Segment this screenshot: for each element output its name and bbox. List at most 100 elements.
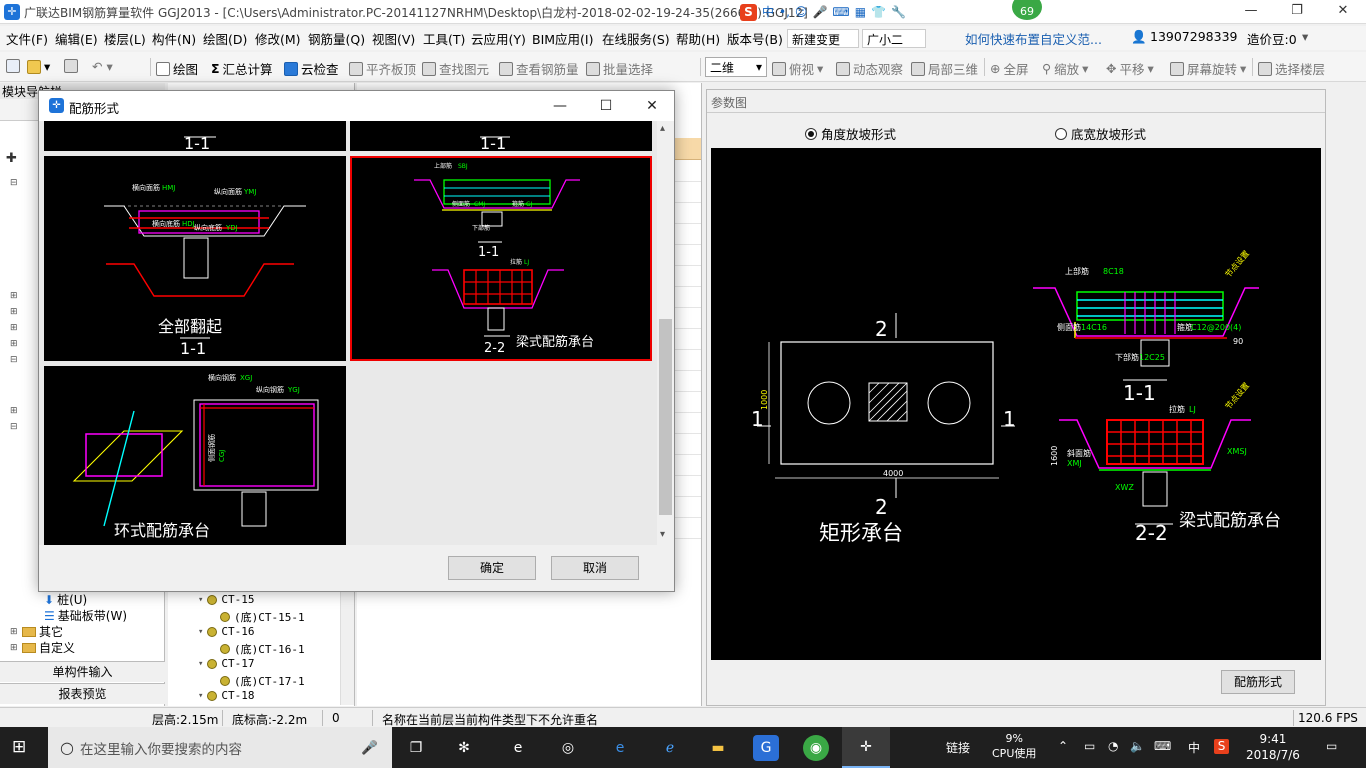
menu-online[interactable]: 在线服务(S): [602, 29, 670, 48]
list-item[interactable]: ▾ CT-17: [198, 657, 255, 670]
green-app-icon[interactable]: ◉: [803, 735, 829, 761]
rotate-button[interactable]: 屏幕旋转 ▾: [1170, 59, 1246, 78]
cloud-check-button[interactable]: 云检查: [284, 59, 339, 78]
edge-blue-icon[interactable]: e: [607, 735, 633, 761]
list-item[interactable]: (底)CT-16-1: [220, 641, 305, 657]
minimize-button[interactable]: —: [1228, 0, 1274, 24]
task-view-icon[interactable]: ❐: [403, 735, 429, 761]
fan-app-icon[interactable]: ✻: [451, 735, 477, 761]
menu-bim[interactable]: BIM应用(I): [532, 29, 594, 48]
ime-lang[interactable]: 中: [762, 4, 774, 21]
ie-icon[interactable]: ℯ: [657, 735, 683, 761]
menu-modify[interactable]: 修改(M): [255, 29, 301, 48]
batch-select-button[interactable]: 批量选择: [586, 59, 653, 78]
open-file-icon[interactable]: ▾: [27, 59, 50, 74]
close-button[interactable]: ✕: [1320, 0, 1366, 24]
wifi-icon[interactable]: ◔: [1108, 739, 1118, 753]
tree-item-other[interactable]: ⊞ 其它: [10, 623, 63, 640]
new-change-button[interactable]: 新建变更: [787, 29, 859, 48]
windows-start-icon[interactable]: ⊞: [12, 737, 32, 757]
flat-top-button[interactable]: 平齐板顶: [349, 59, 416, 78]
list-item[interactable]: ▾ CT-15: [198, 593, 255, 606]
tray-chevron-icon[interactable]: ⌃: [1058, 739, 1068, 753]
tree-item-strip[interactable]: ☰ 基础板带(W): [44, 607, 127, 624]
dynamic-view-button[interactable]: 动态观察: [836, 59, 903, 78]
dialog-minimize-button[interactable]: —: [537, 93, 583, 121]
user-phone[interactable]: 13907298339: [1150, 29, 1237, 44]
tree-item-custom[interactable]: ⊞ 自定义: [10, 639, 75, 656]
sogou-tray-icon[interactable]: S: [1214, 739, 1229, 754]
view-rebar-button[interactable]: 查看钢筋量: [499, 59, 579, 78]
punct-icon[interactable]: •,: [779, 4, 790, 21]
scroll-up-icon[interactable]: ▴: [660, 123, 665, 134]
list-item[interactable]: (底)CT-15-1: [220, 609, 305, 625]
pan-button[interactable]: ✥ 平移 ▾: [1106, 59, 1154, 78]
menu-draw[interactable]: 绘图(D): [203, 29, 247, 48]
keyboard-icon[interactable]: ⌨: [832, 4, 849, 21]
single-input-button[interactable]: 单构件输入: [0, 661, 165, 682]
menu-tools[interactable]: 工具(T): [423, 29, 465, 48]
shirt-icon[interactable]: 👕: [871, 4, 886, 21]
undo-icon[interactable]: ↶ ▾: [92, 59, 113, 74]
emoji-icon[interactable]: ☺: [795, 4, 808, 21]
menu-rebar-qty[interactable]: 钢筋量(Q): [308, 29, 365, 48]
clock[interactable]: 9:41 2018/7/6: [1246, 731, 1300, 763]
cancel-button[interactable]: 取消: [551, 556, 639, 580]
file-explorer-icon[interactable]: ▬: [705, 735, 731, 761]
app-icon-spiral[interactable]: ◎: [555, 735, 581, 761]
keyboard-tray-icon[interactable]: ⌨: [1154, 739, 1171, 753]
list-item[interactable]: ▾ CT-16: [198, 625, 255, 638]
menu-cloud[interactable]: 云应用(Y): [471, 29, 526, 48]
zoom-button[interactable]: ⚲ 缩放 ▾: [1042, 59, 1088, 78]
tree-expander[interactable]: ⊟: [10, 178, 18, 188]
dialog-scroll-thumb[interactable]: [659, 319, 672, 515]
menu-component[interactable]: 构件(N): [152, 29, 196, 48]
volume-icon[interactable]: 🔈: [1130, 739, 1145, 753]
menu-version[interactable]: 版本号(B): [727, 29, 783, 48]
option-cell-full-raise[interactable]: 横向面筋 HMJ 纵向面筋 YMJ 横向底筋 HDJ 纵向底筋 YDJ 全部翻起…: [44, 156, 346, 361]
fullscreen-button[interactable]: ⊕ 全屏: [990, 59, 1029, 78]
find-elem-button[interactable]: 查找图元: [422, 59, 489, 78]
microphone-icon[interactable]: 🎤: [361, 740, 378, 756]
radio-angle-slope[interactable]: 角度放坡形式: [805, 124, 896, 143]
menu-edit[interactable]: 编辑(E): [55, 29, 98, 48]
option-cell-partial-right[interactable]: 1-1: [350, 121, 652, 151]
menu-floor[interactable]: 楼层(L): [104, 29, 146, 48]
dialog-maximize-button[interactable]: ☐: [583, 93, 629, 121]
mic-icon[interactable]: 🎤: [812, 4, 827, 21]
draw-button[interactable]: 绘图: [156, 59, 198, 78]
edge-icon[interactable]: e: [505, 735, 531, 761]
menu-view[interactable]: 视图(V): [372, 29, 415, 48]
ggj-app-icon[interactable]: ✛: [842, 727, 890, 768]
list-item[interactable]: ▾ CT-18: [198, 689, 255, 702]
view-mode-select[interactable]: 二维 ▾: [705, 57, 767, 77]
new-file-icon[interactable]: [6, 59, 20, 73]
link-label[interactable]: 链接: [946, 739, 970, 756]
top-view-button[interactable]: 俯视 ▾: [772, 59, 823, 78]
menu-file[interactable]: 文件(F): [6, 29, 48, 48]
option-cell-partial-left[interactable]: 1-1: [44, 121, 346, 151]
sogou-icon[interactable]: S: [740, 4, 757, 21]
price-bean[interactable]: 造价豆:0: [1247, 29, 1297, 48]
option-cell-ring[interactable]: 横向钢筋 XGJ 纵向钢筋 YGJ 侧面钢筋 CGJ 环式配筋承台: [44, 366, 346, 545]
tree-item-pile[interactable]: ⬇ 桩(U): [44, 591, 87, 608]
more-menu-icon[interactable]: ▾: [1302, 29, 1308, 44]
ok-button[interactable]: 确定: [448, 556, 536, 580]
param-diagram-canvas[interactable]: 1 1 2 2 4000 1000 矩形承台 上部筋 8C18 侧面筋 14C1…: [711, 148, 1321, 660]
notification-badge[interactable]: 69: [1010, 0, 1044, 22]
cpu-meter[interactable]: 9% CPU使用: [992, 731, 1036, 761]
wrench-icon[interactable]: 🔧: [891, 4, 906, 21]
lang-indicator[interactable]: 中: [1188, 739, 1200, 756]
list-scrollbar[interactable]: [340, 583, 354, 705]
report-preview-button[interactable]: 报表预览: [0, 683, 165, 704]
local-3d-button[interactable]: 局部三维: [911, 59, 978, 78]
notification-center-icon[interactable]: ▭: [1326, 739, 1337, 753]
taskbar-search[interactable]: ○ 在这里输入你要搜索的内容 🎤: [48, 727, 392, 768]
add-node-icon[interactable]: ✚: [6, 151, 17, 166]
glodon-g-icon[interactable]: G: [753, 735, 779, 761]
user-icon[interactable]: 👤: [1131, 29, 1147, 45]
select-floor-button[interactable]: 选择楼层: [1258, 59, 1325, 78]
battery-icon[interactable]: ▭: [1084, 739, 1095, 753]
save-icon[interactable]: [64, 59, 78, 73]
grid-icon[interactable]: ▦: [855, 4, 866, 21]
